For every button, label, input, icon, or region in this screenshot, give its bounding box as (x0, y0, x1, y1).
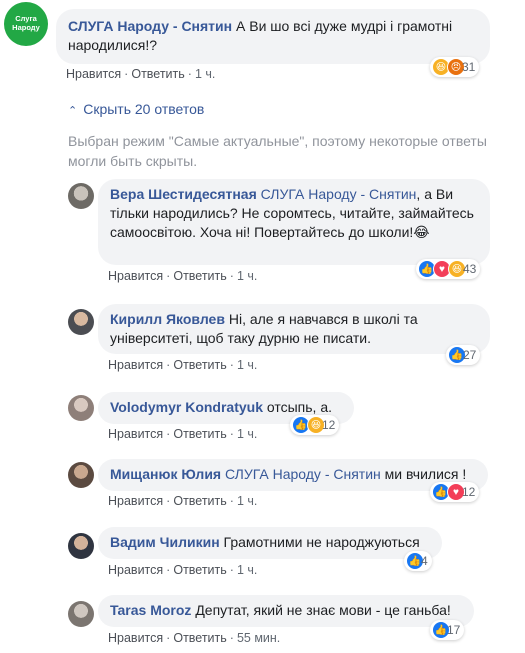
reply-actions: Нравится · Ответить · 1 ч. (108, 358, 258, 372)
reply-time[interactable]: 55 мин. (237, 631, 280, 645)
sort-notice: Выбран режим "Самые актуальные", поэтому… (68, 133, 487, 169)
reply-author[interactable]: Мищанюк Юлия (110, 466, 221, 482)
reply-actions: Нравится · Ответить · 1 ч. (108, 269, 258, 283)
avatar[interactable] (68, 183, 94, 209)
mention-link[interactable]: СЛУГА Народу - Снятин (261, 186, 417, 202)
reaction-count: 12 (322, 418, 336, 432)
reply-text: отсыпь, а. (266, 399, 333, 415)
avatar[interactable] (68, 601, 94, 627)
comment-time[interactable]: 1 ч. (195, 67, 215, 81)
chevron-up-icon: ⌃ (68, 105, 78, 117)
reply-link[interactable]: Ответить (173, 563, 226, 577)
avatar[interactable] (68, 395, 94, 421)
like-link[interactable]: Нравится (108, 269, 163, 283)
like-link[interactable]: Нравится (108, 631, 163, 645)
reply-bubble: Кирилл Яковлев Ні, але я навчався в школ… (98, 304, 490, 354)
reply-actions: Нравится · Ответить · 1 ч. (108, 494, 258, 508)
like-link[interactable]: Нравится (108, 427, 163, 441)
reply-author[interactable]: Кирилл Яковлев (110, 311, 225, 327)
reply-bubble: Мищанюк Юлия СЛУГА Народу - Снятин ми вч… (98, 459, 488, 491)
comment-bubble: СЛУГА Народу - Снятин А Ви шо всі дуже м… (56, 9, 490, 64)
reply-time[interactable]: 1 ч. (237, 269, 257, 283)
laughing-emoji-icon: 😂 (413, 225, 430, 241)
reply-bubble: Taras Moroz Депутат, який не знає мови -… (98, 595, 474, 627)
reaction-count: 12 (462, 485, 476, 499)
reply-text: Депутат, який не знає мови - це ганьба! (195, 602, 451, 618)
reply-link[interactable]: Ответить (173, 269, 226, 283)
reaction-summary[interactable]: 👍 ♥ 12 (430, 482, 480, 502)
reply-author[interactable]: Вера Шестидесятная (110, 186, 257, 202)
reply-author[interactable]: Volodymyr Kondratyuk (110, 399, 263, 415)
like-link[interactable]: Нравится (108, 563, 163, 577)
mention-link[interactable]: СЛУГА Народу - Снятин (225, 466, 381, 482)
reply-author[interactable]: Taras Moroz (110, 602, 191, 618)
like-link[interactable]: Нравится (66, 67, 121, 81)
reply-link[interactable]: Ответить (173, 427, 226, 441)
reply-link[interactable]: Ответить (173, 358, 226, 372)
reply-text: ми вчилися ! (384, 466, 467, 482)
reply-author[interactable]: Вадим Чиликин (110, 534, 220, 550)
page-avatar[interactable]: Слуга Народу (4, 2, 48, 46)
reply-time[interactable]: 1 ч. (237, 358, 257, 372)
reaction-summary[interactable]: 😆 😠 31 (430, 57, 480, 77)
reaction-summary[interactable]: 👍 4 (404, 551, 432, 571)
reaction-count: 4 (421, 554, 428, 568)
reply-actions: Нравится · Ответить · 1 ч. (108, 427, 258, 441)
reply-link[interactable]: Ответить (173, 494, 226, 508)
avatar[interactable] (68, 462, 94, 488)
avatar[interactable] (68, 533, 94, 559)
avatar-logo-text: Слуга Народу (12, 14, 40, 32)
reaction-count: 31 (462, 60, 476, 74)
reply-link[interactable]: Ответить (173, 631, 226, 645)
like-link[interactable]: Нравится (108, 358, 163, 372)
reply-time[interactable]: 1 ч. (237, 494, 257, 508)
reply-bubble: Вадим Чиликин Грамотними не народжуються (98, 527, 442, 559)
comment-author[interactable]: СЛУГА Народу - Снятин (68, 18, 232, 34)
reaction-count: 17 (447, 623, 461, 637)
hide-replies-toggle[interactable]: ⌃ Скрыть 20 ответов (68, 101, 204, 117)
avatar[interactable] (68, 309, 94, 335)
reply-text: Грамотними не народжуються (223, 534, 420, 550)
reaction-count: 27 (463, 348, 477, 362)
reply-link[interactable]: Ответить (131, 67, 184, 81)
reply-time[interactable]: 1 ч. (237, 427, 257, 441)
reaction-summary[interactable]: 👍 😆 12 (290, 415, 340, 435)
reaction-summary[interactable]: 👍 27 (446, 345, 481, 365)
reaction-summary[interactable]: 👍 ♥ 😆 43 (416, 259, 481, 279)
reply-time[interactable]: 1 ч. (237, 563, 257, 577)
reply-bubble: Вера Шестидесятная СЛУГА Народу - Снятин… (98, 179, 490, 265)
hide-replies-label: Скрыть 20 ответов (83, 101, 205, 117)
reaction-summary[interactable]: 👍 17 (430, 620, 465, 640)
reply-actions: Нравится · Ответить · 55 мин. (108, 631, 281, 645)
like-link[interactable]: Нравится (108, 494, 163, 508)
reaction-count: 43 (463, 262, 477, 276)
comment-actions: Нравится · Ответить · 1 ч. (66, 67, 216, 81)
reply-actions: Нравится · Ответить · 1 ч. (108, 563, 258, 577)
